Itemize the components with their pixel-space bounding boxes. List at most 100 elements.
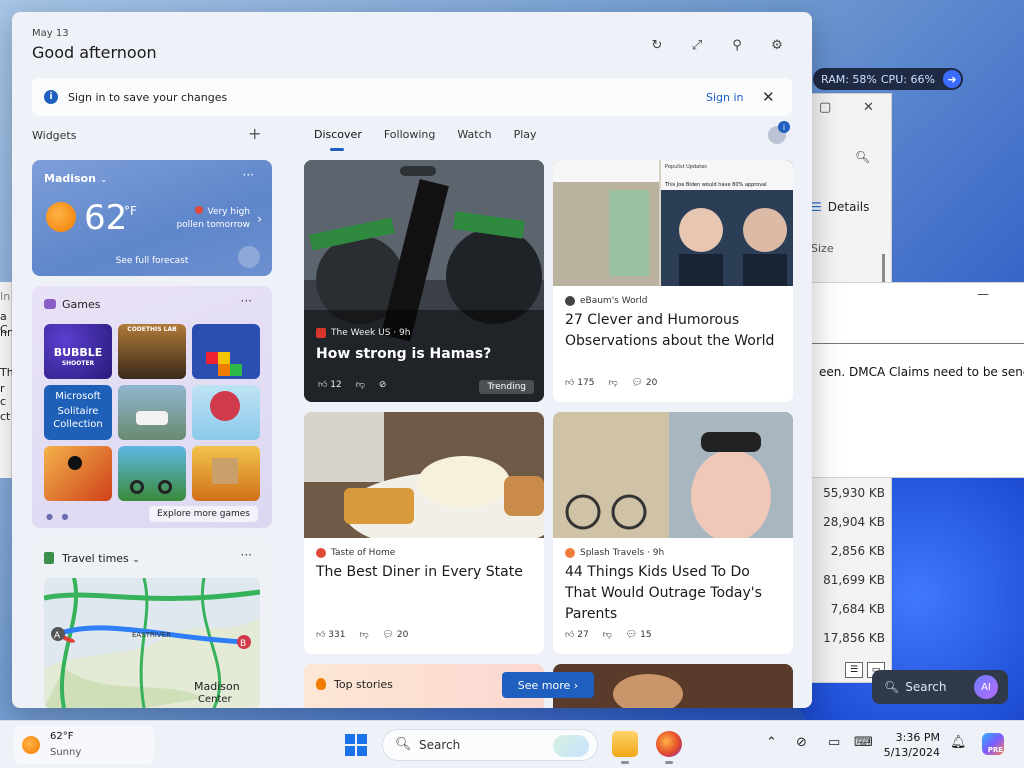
game-tile-blocks[interactable]	[192, 324, 260, 379]
card-source[interactable]: eBaum's World	[565, 296, 648, 306]
network-off-icon[interactable]: ⊘	[796, 735, 807, 750]
game-tile-blocky[interactable]	[192, 446, 260, 501]
display-icon[interactable]: ▭	[828, 735, 840, 750]
hero-source[interactable]: The Week US · 9h	[316, 328, 410, 338]
explore-more-games-button[interactable]: Explore more games	[148, 506, 258, 522]
performance-widget[interactable]: RAM: 58% CPU: 66% ➜	[813, 68, 963, 90]
notification-bell-icon[interactable]: 🔔︎	[950, 735, 967, 750]
add-widget-icon[interactable]: +	[248, 124, 261, 143]
weather-location[interactable]: Madison ⌄	[44, 172, 108, 185]
arrow-right-icon[interactable]: ➜	[943, 70, 961, 88]
hero-image	[304, 160, 544, 402]
comment-button[interactable]: 💬︎ 15	[626, 630, 652, 640]
file-explorer-icon[interactable]	[612, 731, 638, 764]
tab-play[interactable]: Play	[514, 128, 537, 141]
news-card-kids[interactable]: Splash Travels · 9h 44 Things Kids Used …	[553, 412, 793, 654]
location-label: Madison	[44, 172, 96, 185]
tab-following[interactable]: Following	[384, 128, 436, 141]
alert-dot-icon	[195, 206, 204, 214]
card-source-label: Taste of Home	[331, 548, 396, 558]
taskbar: 62°F Sunny 🔍︎ Search ⌃ ⊘ ▭ ⌨ 3:36 PM 5/1…	[0, 720, 1024, 768]
more-icon[interactable]: ···	[241, 548, 252, 562]
tab-watch[interactable]: Watch	[457, 128, 491, 141]
games-widget: Games ··· BUBBLE SHOOTER CODETHIS LAB Mi…	[32, 286, 272, 528]
see-more-button[interactable]: See more ›	[502, 672, 594, 698]
list-view-icon[interactable]: ☰	[845, 662, 863, 678]
hide-icon[interactable]: ⊘	[379, 380, 387, 390]
pager-dots[interactable]: ● ●	[46, 512, 72, 521]
weather-widget[interactable]: Madison ⌄ ··· 62 °F Very high pollen tomo…	[32, 160, 272, 276]
card-source[interactable]: Taste of Home	[316, 548, 395, 558]
minimize-icon[interactable]: —	[977, 287, 989, 301]
traffic-map[interactable]: A B EASTRIVER Madison Center	[44, 578, 260, 708]
settings-icon[interactable]: ⚙	[768, 38, 786, 53]
game-tile-racing[interactable]	[118, 385, 186, 440]
news-card-ebaum[interactable]: Populist Updates This Joe Biden would ha…	[553, 160, 793, 402]
dislike-icon[interactable]: 👎︎	[608, 378, 617, 388]
date-label: May 13	[32, 28, 69, 39]
language-icon[interactable]: ⌨	[854, 735, 873, 750]
dislike-icon[interactable]: 👎︎	[603, 630, 612, 640]
forecast-link[interactable]: See full forecast	[32, 256, 272, 266]
signin-bar: i Sign in to save your changes Sign in ✕	[32, 78, 792, 116]
signin-link[interactable]: Sign in	[706, 91, 744, 104]
profile-badge: i	[778, 121, 790, 133]
like-button[interactable]: 👍︎ 12	[318, 380, 342, 390]
sun-icon	[46, 202, 76, 232]
size-column-header[interactable]: Size	[811, 242, 834, 255]
game-tile-chess[interactable]: CODETHIS LAB	[118, 324, 186, 379]
img-text: This Joe Biden would have 80% approval	[664, 182, 767, 188]
news-card-diner[interactable]: Taste of Home The Best Diner in Every St…	[304, 412, 544, 654]
card-headline[interactable]: 27 Clever and Humorous Observations abou…	[565, 310, 785, 352]
card-headline[interactable]: The Best Diner in Every State	[316, 562, 536, 583]
dislike-icon[interactable]: 👎︎	[356, 380, 365, 390]
game-tile-bubble-shooter[interactable]: BUBBLE SHOOTER	[44, 324, 112, 379]
close-icon[interactable]: ✕	[762, 88, 775, 106]
details-button[interactable]: ☰ Details	[811, 200, 869, 214]
more-icon[interactable]: ···	[241, 294, 252, 308]
taskbar-search[interactable]: 🔍︎ Search	[382, 729, 598, 761]
expand-icon[interactable]: ⤢	[688, 38, 706, 53]
like-button[interactable]: 👍︎ 331	[316, 630, 345, 640]
like-button[interactable]: 👍︎ 27	[565, 630, 589, 640]
card-source[interactable]: Splash Travels · 9h	[565, 548, 664, 558]
chevron-up-icon[interactable]: ⌃	[766, 735, 777, 750]
pin-icon[interactable]: ⚲	[728, 38, 746, 53]
game-tile-cricket[interactable]	[192, 385, 260, 440]
hero-news-card[interactable]: The Week US · 9h How strong is Hamas? 👍︎…	[304, 160, 544, 402]
hero-headline[interactable]: How strong is Hamas?	[316, 344, 491, 365]
map-marker-a: A	[54, 631, 61, 641]
like-count: 12	[330, 380, 342, 390]
alert-line: Very high	[207, 207, 250, 217]
restore-icon[interactable]: ▢	[819, 100, 831, 115]
copilot-icon[interactable]: PRE	[982, 733, 1004, 755]
game-tile-solitaire[interactable]: Microsoft Solitaire Collection	[44, 385, 112, 440]
firefox-icon[interactable]	[656, 731, 682, 764]
close-icon[interactable]: ✕	[863, 100, 874, 115]
ai-icon[interactable]: AI	[974, 675, 998, 699]
dislike-icon[interactable]: 👎︎	[359, 630, 368, 640]
game-tile-stickman[interactable]	[44, 446, 112, 501]
top-stories-card[interactable]: Top stories See more ›	[304, 664, 594, 708]
game-tile-bike[interactable]	[118, 446, 186, 501]
comment-button[interactable]: 💬︎ 20	[383, 630, 409, 640]
search-icon[interactable]: 🔍︎	[855, 150, 870, 164]
info-icon: i	[44, 90, 58, 104]
floating-search[interactable]: 🔍︎ Search AI	[872, 670, 1008, 704]
ebaum-logo-icon	[565, 296, 575, 306]
comment-button[interactable]: 💬︎ 20	[632, 378, 658, 388]
refresh-icon[interactable]: ↻	[648, 38, 666, 53]
taskbar-weather[interactable]: 62°F Sunny	[14, 726, 154, 764]
card-headline[interactable]: 44 Things Kids Used To Do That Would Out…	[565, 562, 785, 625]
system-clock[interactable]: 3:36 PM 5/13/2024	[880, 730, 940, 760]
chevron-right-icon[interactable]: ›	[257, 212, 262, 226]
travel-title[interactable]: Travel times ⌄	[62, 552, 140, 565]
like-button[interactable]: 👍︎ 175	[565, 378, 594, 388]
pollen-alert[interactable]: Very high pollen tomorrow	[176, 206, 250, 232]
scrollbar[interactable]	[882, 254, 885, 284]
card-actions: 👍︎ 27 👎︎ 💬︎ 15	[565, 630, 652, 640]
tab-discover[interactable]: Discover	[314, 128, 362, 141]
more-icon[interactable]: ···	[243, 168, 254, 182]
start-button-icon[interactable]	[345, 734, 367, 756]
tile-subtitle: Solitaire Collection	[53, 406, 103, 430]
